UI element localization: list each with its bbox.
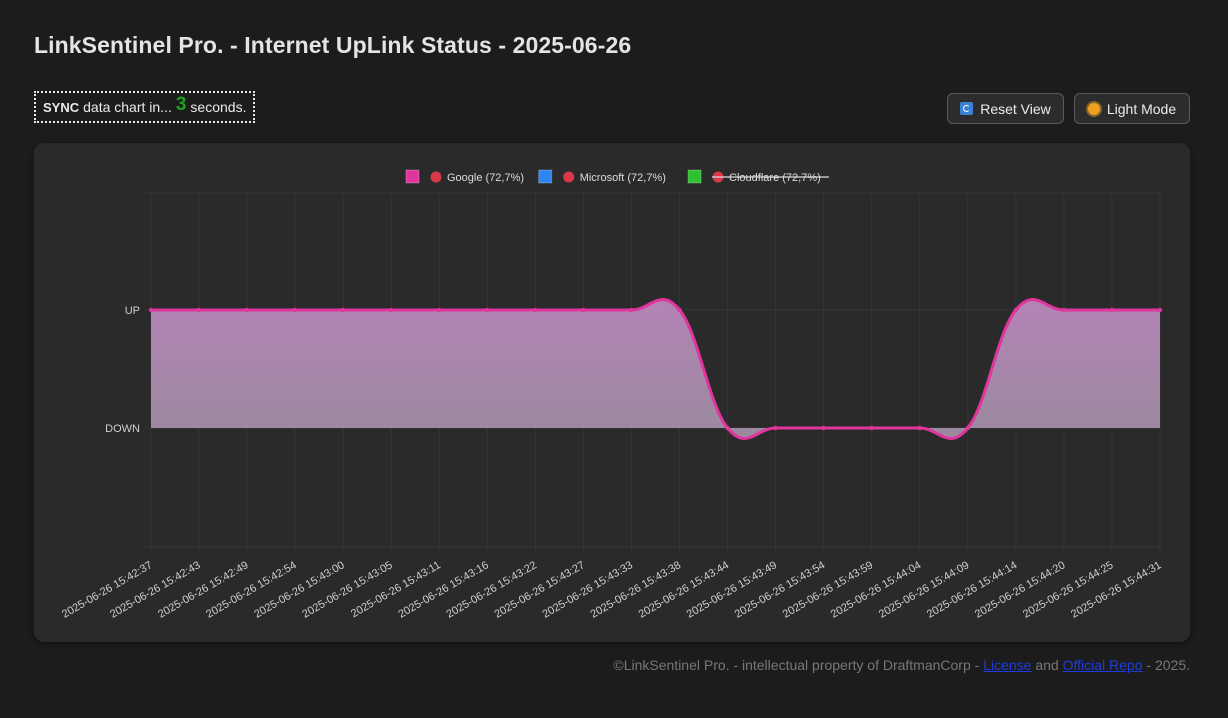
reset-view-button[interactable]: Reset View [947,93,1064,124]
sun-icon [1087,102,1100,115]
x-tick-label: 2025-06-26 15:44:31 [1069,559,1163,620]
x-tick-label: 2025-06-26 15:44:09 [877,559,971,620]
data-point-google [773,425,778,431]
x-tick-label: 2025-06-26 15:43:27 [492,559,586,620]
page-title: LinkSentinel Pro. - Internet UpLink Stat… [34,32,632,58]
data-point-google [869,425,874,431]
chart-legend: Google (72,7%) Microsoft (72,7%) Cloudflar… [405,169,829,184]
data-point-google [629,307,634,313]
legend-status-icon-microsoft [563,171,575,183]
y-tick-label-down: DOWN [105,423,140,435]
data-point-google [1157,307,1163,313]
footer: ©LinkSentinel Pro. - intellectual proper… [613,657,1190,673]
x-tick-label: 2025-06-26 15:42:49 [156,559,250,620]
data-point-google [292,307,298,313]
data-point-google [581,307,586,313]
data-point-google [725,425,730,431]
data-point-google [244,307,250,313]
x-tick-label: 2025-06-26 15:43:49 [685,559,779,620]
legend-label-cloudflare: Cloudflare (72,7%) [729,172,821,184]
footer-year: - 2025. [1142,657,1190,673]
data-point-google [485,307,490,313]
legend-label-microsoft: Microsoft (72,7%) [580,172,666,184]
footer-text: ©LinkSentinel Pro. - intellectual proper… [613,657,984,673]
data-point-google [148,307,154,313]
x-tick-label: 2025-06-26 15:43:05 [300,559,394,620]
legend-swatch-microsoft [538,169,553,184]
sync-count: 3 [175,94,187,115]
x-tick-label: 2025-06-26 15:43:00 [252,559,346,620]
legend-swatch-google [405,169,420,184]
data-point-google [340,307,346,313]
data-point-google [677,307,682,313]
data-point-google [1061,307,1067,313]
sync-suffix: seconds. [190,99,247,115]
data-point-google [821,425,826,431]
license-link[interactable]: License [983,657,1031,673]
data-point-google [917,425,922,431]
reset-view-label: Reset View [980,100,1051,117]
data-point-google [196,307,202,313]
x-tick-label: 2025-06-26 15:43:54 [733,559,827,620]
data-point-google [1013,307,1019,313]
x-tick-label: 2025-06-26 15:43:33 [541,559,635,620]
light-mode-label: Light Mode [1106,100,1177,117]
x-tick-label: 2025-06-26 15:43:38 [589,559,683,620]
x-tick-label: 2025-06-26 15:43:16 [396,559,490,620]
footer-and: and [1031,657,1063,673]
sync-label: SYNC [43,99,80,115]
x-tick-label: 2025-06-26 15:44:04 [829,559,923,620]
x-tick-label: 2025-06-26 15:43:59 [781,559,875,620]
x-tick-label: 2025-06-26 15:43:44 [637,559,731,620]
x-tick-label: 2025-06-26 15:44:20 [973,559,1067,620]
reset-icon [960,102,974,115]
data-point-google [437,307,442,313]
x-tick-label: 2025-06-26 15:44:25 [1021,559,1115,620]
x-tick-label: 2025-06-26 15:42:54 [204,559,298,620]
x-tick-label: 2025-06-26 15:42:37 [60,559,154,620]
chart-card: UP DOWN 2025-06-26 15:42:37 2025-06-26 15:4… [34,143,1190,642]
uplink-status-chart[interactable]: UPDOWN2025-06-26 15:42:372025-06-26 15:4… [34,143,1190,642]
sync-countdown: SYNC data chart in... 3 seconds. [34,91,255,123]
data-point-google [965,425,971,431]
legend-swatch-cloudflare [687,169,702,184]
data-point-google [1109,307,1115,313]
x-tick-label: 2025-06-26 15:42:43 [108,559,202,620]
legend-label-google: Google (72,7%) [447,172,524,184]
x-tick-label: 2025-06-26 15:43:22 [444,559,538,620]
data-point-google [389,307,394,313]
y-tick-label-up: UP [125,305,140,317]
data-point-google [533,307,538,313]
sync-text: data chart in... [83,99,172,115]
light-mode-button[interactable]: Light Mode [1074,93,1190,124]
legend-status-icon-google [430,171,442,183]
x-tick-label: 2025-06-26 15:44:14 [925,559,1019,620]
official-repo-link[interactable]: Official Repo [1063,657,1143,673]
